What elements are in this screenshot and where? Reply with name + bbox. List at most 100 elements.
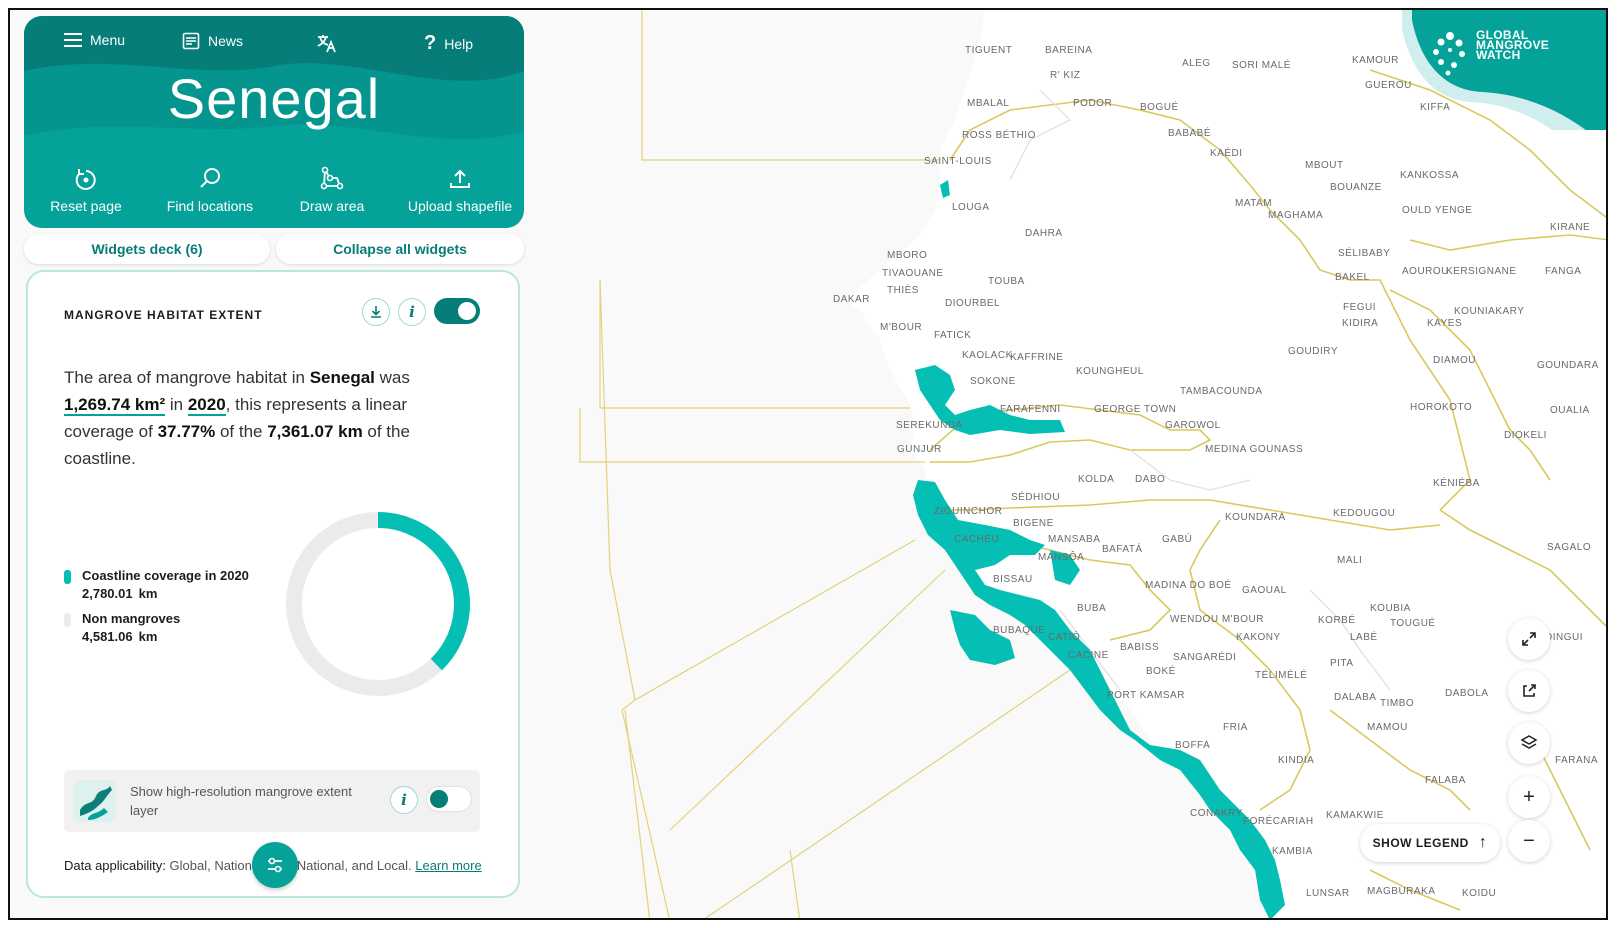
download-icon	[371, 306, 381, 318]
place-label: KAMBIA	[1272, 846, 1313, 857]
collapse-widgets-label: Collapse all widgets	[333, 241, 467, 257]
place-label: TOUGUÉ	[1390, 618, 1436, 629]
place-label: BABISS	[1120, 642, 1160, 653]
place-label: SAGALO	[1547, 542, 1592, 553]
legend-swatch-non-mangroves	[64, 613, 71, 627]
place-label: FARANA	[1555, 755, 1599, 766]
place-label: TOUBA	[988, 276, 1025, 287]
place-label: MEDINA GOUNASS	[1205, 444, 1304, 455]
place-label: SOKONE	[970, 376, 1016, 387]
collapse-widgets-button[interactable]: Collapse all widgets	[276, 234, 524, 264]
hires-info-button[interactable]: i	[390, 786, 418, 814]
place-label: GOUDIRY	[1288, 346, 1338, 357]
place-label: KORBÉ	[1318, 615, 1356, 626]
draw-polygon-icon	[320, 166, 344, 190]
place-label: DALABA	[1334, 692, 1377, 703]
learn-more-link[interactable]: Learn more	[415, 858, 481, 873]
place-label: MATAM	[1235, 198, 1273, 209]
layers-icon	[1520, 735, 1538, 749]
year-selector[interactable]: 2020	[187, 395, 226, 416]
place-label: MAMOU	[1367, 722, 1408, 733]
place-label: DAKAR	[833, 294, 870, 305]
applicability-label: Data applicability:	[64, 858, 166, 873]
plus-icon: +	[1523, 785, 1535, 808]
widgets-deck-button[interactable]: Widgets deck (6)	[24, 234, 270, 264]
place-label: AOUROU	[1402, 266, 1449, 277]
coverage-donut-chart	[286, 512, 470, 696]
upload-shapefile-button[interactable]: Upload shapefile	[400, 166, 520, 214]
toggle-knob	[458, 302, 476, 320]
place-label: MANSÔA	[1038, 552, 1085, 563]
menu-button[interactable]: Menu	[64, 32, 125, 48]
place-label: CONAKRY	[1190, 808, 1243, 819]
info-icon: i	[401, 791, 407, 809]
minus-icon: −	[1523, 829, 1535, 852]
place-label: BISSAU	[993, 574, 1033, 585]
place-label: GUNJUR	[897, 444, 942, 455]
place-label: BABABÉ	[1168, 128, 1212, 139]
legend-item-coverage: Coastline coverage in 2020 2,780.01 km	[64, 568, 249, 601]
zoom-out-button[interactable]: −	[1508, 820, 1550, 862]
place-label: SORI MALÉ	[1232, 60, 1291, 71]
expand-icon	[1522, 632, 1536, 646]
widget-visibility-toggle[interactable]	[434, 298, 480, 324]
place-label: THIÈS	[887, 285, 919, 296]
widget-deck-bar: Widgets deck (6) Collapse all widgets	[24, 234, 524, 264]
place-label: SÉLIBABY	[1338, 248, 1391, 259]
info-button[interactable]: i	[398, 298, 426, 326]
place-label: GABÚ	[1162, 534, 1193, 545]
place-label: MBOUT	[1305, 160, 1344, 171]
place-label: BOKÉ	[1146, 666, 1176, 677]
place-label: MBORO	[887, 250, 928, 261]
place-label: OUALIA	[1550, 405, 1590, 416]
basemap-layers-button[interactable]	[1508, 722, 1550, 764]
language-button[interactable]	[316, 32, 338, 54]
place-label: KAKONY	[1236, 632, 1281, 643]
place-label: KAFFRINE	[1010, 352, 1064, 363]
place-label: TIGUENT	[965, 45, 1013, 56]
reset-page-button[interactable]: Reset page	[26, 166, 146, 214]
place-label: KAYES	[1427, 318, 1463, 329]
place-label: KOUBIA	[1370, 603, 1411, 614]
place-label: KIRANE	[1550, 222, 1591, 233]
place-label: KINDIA	[1278, 755, 1315, 766]
share-icon	[1523, 684, 1536, 697]
share-button[interactable]	[1508, 670, 1550, 712]
show-legend-label: SHOW LEGEND	[1372, 836, 1469, 850]
legend-value: 2,780.01 km	[82, 586, 158, 601]
legend-swatch-coverage	[64, 570, 71, 584]
zoom-in-button[interactable]: +	[1508, 776, 1550, 818]
gmw-logo-text: GLOBAL MANGROVE WATCH	[1476, 28, 1550, 62]
place-label: KANKOSSA	[1400, 170, 1460, 181]
place-label: PORT KAMSAR	[1107, 690, 1185, 701]
info-icon: i	[409, 303, 415, 321]
hires-layer-toggle[interactable]	[426, 786, 472, 812]
widget-title: MANGROVE HABITAT EXTENT	[64, 308, 263, 322]
place-label: FANGA	[1545, 266, 1582, 277]
place-label: MADINA DO BOÉ	[1145, 580, 1232, 591]
reset-icon	[75, 169, 96, 190]
place-label: M'BOUR	[880, 322, 923, 333]
place-label: ZIGUINCHOR	[934, 506, 1003, 517]
place-label: TIVAOUANE	[882, 268, 944, 279]
download-button[interactable]	[362, 298, 390, 326]
translate-icon	[317, 35, 336, 53]
place-label: DAHRA	[1025, 228, 1063, 239]
fullscreen-button[interactable]	[1508, 618, 1550, 660]
coastline-length: 7,361.07 km	[267, 422, 363, 441]
place-label: PITA	[1330, 658, 1354, 669]
news-button[interactable]: News	[182, 32, 243, 50]
place-label: KAÉDI	[1210, 148, 1243, 159]
area-value[interactable]: 1,269.74 km²	[64, 395, 166, 416]
toggle-knob	[430, 790, 448, 808]
help-button[interactable]: ? Help	[424, 32, 473, 55]
widget-settings-fab[interactable]	[252, 842, 298, 888]
place-label: KOIDU	[1462, 888, 1497, 899]
place-label: DABO	[1135, 474, 1166, 485]
show-legend-button[interactable]: SHOW LEGEND ↑	[1360, 824, 1500, 862]
place-label: SANGARÉDI	[1173, 652, 1237, 663]
place-label: GEORGE TOWN	[1094, 404, 1177, 415]
draw-area-button[interactable]: Draw area	[272, 166, 392, 214]
find-locations-button[interactable]: Find locations	[150, 166, 270, 214]
location-header: Menu News ? Help Senegal Reset page Find…	[24, 16, 524, 228]
